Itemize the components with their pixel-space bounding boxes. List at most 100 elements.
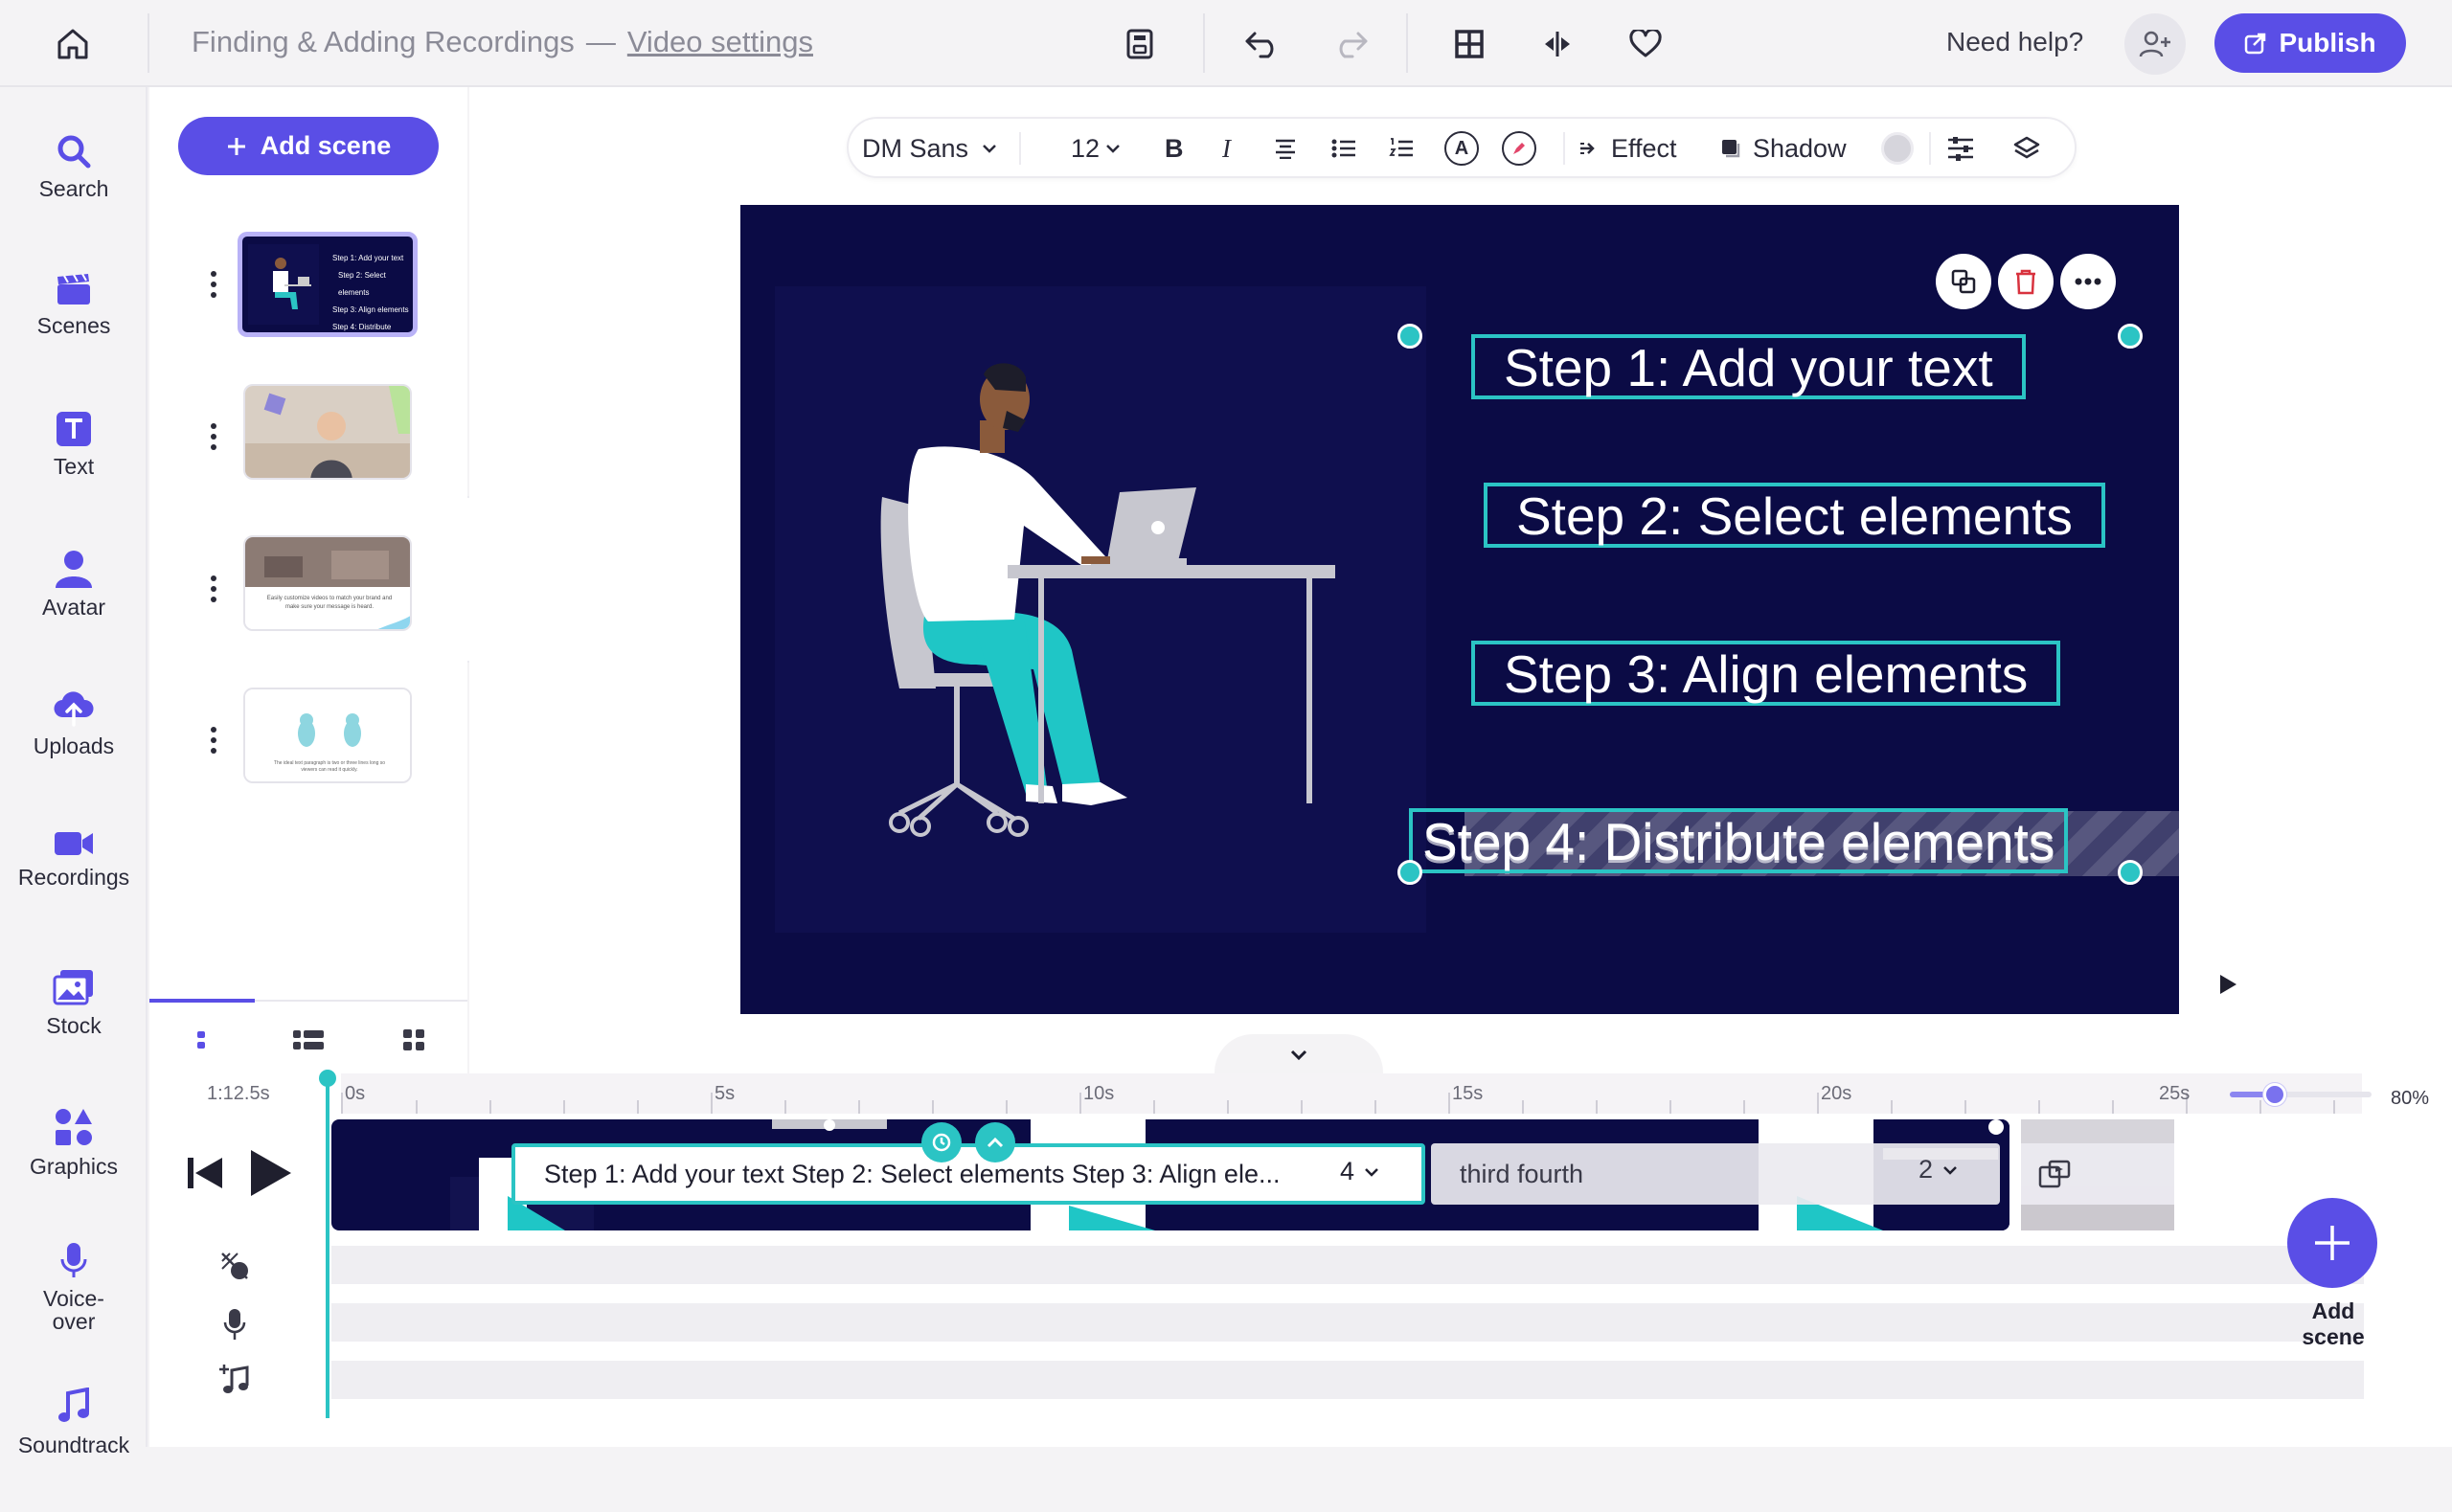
tab-grid-view[interactable] bbox=[366, 1021, 462, 1059]
layers-button[interactable] bbox=[2013, 119, 2040, 178]
ruler-label: 5s bbox=[715, 1083, 736, 1104]
publish-icon bbox=[2245, 33, 2266, 55]
rail-item-stock[interactable]: Stock bbox=[0, 968, 148, 1093]
timing-icon bbox=[932, 1133, 951, 1152]
rail-item-search[interactable]: Search bbox=[0, 133, 148, 258]
rail-item-scenes[interactable]: Scenes bbox=[0, 272, 148, 396]
rail-item-graphics[interactable]: Graphics bbox=[0, 1107, 148, 1231]
resize-handle[interactable] bbox=[2118, 324, 2143, 349]
scene-track-2[interactable] bbox=[2021, 1119, 2174, 1230]
scene-menu-icon[interactable] bbox=[209, 423, 218, 450]
scene-thumbnail-4[interactable]: The ideal text paragraph is two or three… bbox=[243, 688, 412, 783]
add-scene-fab[interactable] bbox=[2287, 1198, 2377, 1288]
collapse-timeline-tab[interactable] bbox=[1215, 1034, 1383, 1076]
tab-list-view[interactable] bbox=[261, 1021, 356, 1059]
flip-icon[interactable] bbox=[1531, 17, 1584, 71]
playhead-knob[interactable] bbox=[319, 1070, 336, 1087]
person-at-desk-illustration bbox=[880, 363, 1335, 837]
numbered-list-button[interactable] bbox=[1389, 119, 1414, 178]
record-track-button[interactable] bbox=[218, 1250, 251, 1282]
heart-icon[interactable] bbox=[1619, 17, 1672, 71]
soundtrack-track-button[interactable] bbox=[218, 1363, 251, 1395]
grid-small-icon bbox=[403, 1029, 424, 1050]
step-4-text[interactable]: Step 4: Distribute elements bbox=[1409, 808, 2069, 873]
resize-handle[interactable] bbox=[2118, 860, 2143, 885]
play-button[interactable] bbox=[247, 1148, 293, 1198]
voiceover-lane[interactable] bbox=[331, 1303, 2364, 1342]
more-options-button[interactable] bbox=[2060, 254, 2116, 309]
tab-compact-view[interactable] bbox=[153, 1021, 249, 1059]
project-title[interactable]: Finding & Adding Recordings bbox=[192, 25, 575, 58]
rail-item-voiceover[interactable]: Voice- over bbox=[0, 1241, 148, 1365]
step-3-text[interactable]: Step 3: Align elements bbox=[1471, 641, 2061, 706]
animation-timing-button[interactable] bbox=[921, 1122, 962, 1162]
play-preview-button[interactable] bbox=[2217, 973, 2238, 996]
scene-photo bbox=[245, 537, 410, 629]
time-ruler[interactable]: 0s 5s 10s 15s 20s 25s bbox=[341, 1073, 2362, 1114]
thumb-caption: The ideal text paragraph is two or three… bbox=[273, 760, 386, 773]
voiceover-track-button[interactable] bbox=[222, 1307, 247, 1342]
resize-handle[interactable] bbox=[1397, 860, 1422, 885]
font-family-select[interactable]: DM Sans bbox=[862, 119, 997, 178]
recording-chip[interactable] bbox=[2021, 1143, 2174, 1205]
adjustments-button[interactable] bbox=[1946, 119, 1975, 178]
rail-item-text[interactable]: Text bbox=[0, 411, 148, 535]
text-layer-count-select[interactable]: 4 bbox=[1340, 1157, 1379, 1186]
invite-user-button[interactable] bbox=[2124, 13, 2186, 75]
scene-menu-icon[interactable] bbox=[209, 271, 218, 298]
redo-icon[interactable] bbox=[1324, 17, 1377, 71]
undo-icon[interactable] bbox=[1236, 17, 1289, 71]
soundtrack-lane[interactable] bbox=[331, 1361, 2364, 1399]
playhead[interactable] bbox=[326, 1073, 329, 1418]
italic-button[interactable]: I bbox=[1222, 119, 1231, 178]
save-icon[interactable] bbox=[1113, 17, 1167, 71]
scene-menu-icon[interactable] bbox=[209, 727, 218, 754]
video-canvas[interactable]: Step 4: Distribute elements Step 1: Add … bbox=[740, 205, 2179, 1014]
font-size-value: 12 bbox=[1071, 133, 1101, 163]
scenes-panel: Add scene Step 1: Add your text Step 2: … bbox=[149, 87, 467, 1073]
rail-item-avatar[interactable]: Avatar bbox=[0, 550, 148, 674]
microphone-icon bbox=[223, 1309, 246, 1340]
bold-button[interactable]: B bbox=[1165, 119, 1184, 178]
align-center-icon bbox=[1276, 139, 1295, 159]
resize-handle[interactable] bbox=[1397, 324, 1422, 349]
text-color-button[interactable]: A bbox=[1444, 119, 1479, 178]
ruler-label: 15s bbox=[1452, 1083, 1484, 1104]
align-center-button[interactable] bbox=[1274, 119, 1297, 178]
timeline-zoom-slider[interactable] bbox=[2230, 1083, 2372, 1106]
highlight-color-button[interactable] bbox=[1502, 119, 1536, 178]
home-icon[interactable] bbox=[46, 17, 100, 71]
swap-button[interactable] bbox=[1936, 254, 1991, 309]
step-2-text[interactable]: Step 2: Select elements bbox=[1484, 483, 2105, 548]
expand-layer-button[interactable] bbox=[975, 1122, 1015, 1162]
rail-item-soundtrack[interactable]: Soundtrack bbox=[0, 1388, 148, 1512]
video-settings-link[interactable]: Video settings bbox=[627, 25, 813, 58]
chevron-down-icon bbox=[983, 145, 996, 153]
bullet-list-button[interactable] bbox=[1331, 119, 1356, 178]
shadow-button[interactable]: Shadow bbox=[1720, 119, 1847, 178]
swap-icon bbox=[1951, 269, 1976, 294]
zoom-slider-knob[interactable] bbox=[2263, 1083, 2286, 1106]
breadcrumb-separator: — bbox=[585, 25, 616, 58]
background-color-swatch[interactable] bbox=[1881, 119, 1914, 178]
text-layer-count-select[interactable]: 2 bbox=[1918, 1155, 1958, 1185]
rail-item-uploads[interactable]: Uploads bbox=[0, 688, 148, 813]
bullet-list-icon bbox=[1331, 139, 1355, 158]
publish-button[interactable]: Publish bbox=[2214, 13, 2406, 73]
rail-item-recordings[interactable]: Recordings bbox=[0, 829, 148, 954]
font-size-select[interactable]: 12 bbox=[1071, 119, 1121, 178]
scene-menu-icon[interactable] bbox=[209, 575, 218, 602]
grid-icon[interactable] bbox=[1442, 17, 1496, 71]
effect-button[interactable]: Effect bbox=[1578, 119, 1677, 178]
overlay-lane[interactable] bbox=[331, 1246, 2364, 1284]
scene-thumbnail-3[interactable]: Easily customize videos to match your br… bbox=[243, 535, 412, 631]
scene-thumbnail-2[interactable] bbox=[243, 384, 412, 480]
scene-thumbnail-1[interactable]: Step 1: Add your text Step 2: Select ele… bbox=[238, 232, 418, 337]
text-layer-chip[interactable]: Step 1: Add your text Step 2: Select ele… bbox=[511, 1143, 1425, 1205]
text-layer-chip-2[interactable]: third fourth 2 bbox=[1431, 1143, 2000, 1205]
delete-button[interactable] bbox=[1998, 254, 2054, 309]
add-scene-button[interactable]: Add scene bbox=[178, 117, 439, 175]
help-link[interactable]: Need help? bbox=[1946, 27, 2083, 57]
step-1-text[interactable]: Step 1: Add your text bbox=[1471, 334, 2026, 399]
skip-back-button[interactable] bbox=[184, 1152, 226, 1194]
